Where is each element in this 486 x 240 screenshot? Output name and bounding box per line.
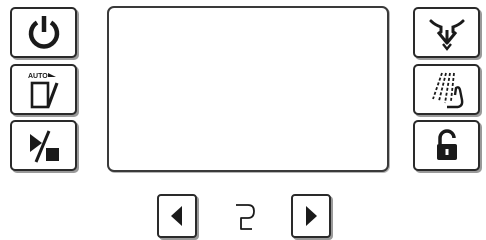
- start-stop-icon: [29, 129, 59, 163]
- triangle-right-icon: [306, 206, 317, 226]
- display-screen: [107, 6, 389, 172]
- auto-door-icon: AUTO: [28, 72, 58, 108]
- triangle-left-icon: [171, 206, 182, 226]
- power-icon: [28, 15, 59, 49]
- power-button[interactable]: [10, 7, 77, 58]
- previous-button[interactable]: [157, 194, 197, 238]
- program-indicator: [233, 199, 257, 235]
- auto-label: AUTO: [28, 73, 48, 80]
- hand-shower-button[interactable]: [413, 64, 480, 115]
- start-stop-button[interactable]: [10, 120, 77, 171]
- program-p-icon: [236, 204, 255, 230]
- hand-shower-icon: [431, 72, 463, 108]
- steam-drain-icon: [429, 19, 464, 51]
- steam-drain-button[interactable]: [413, 7, 480, 58]
- auto-door-button[interactable]: AUTO: [10, 64, 77, 115]
- unlock-icon: [436, 128, 457, 160]
- next-button[interactable]: [291, 194, 331, 238]
- door-unlock-button[interactable]: [413, 120, 480, 171]
